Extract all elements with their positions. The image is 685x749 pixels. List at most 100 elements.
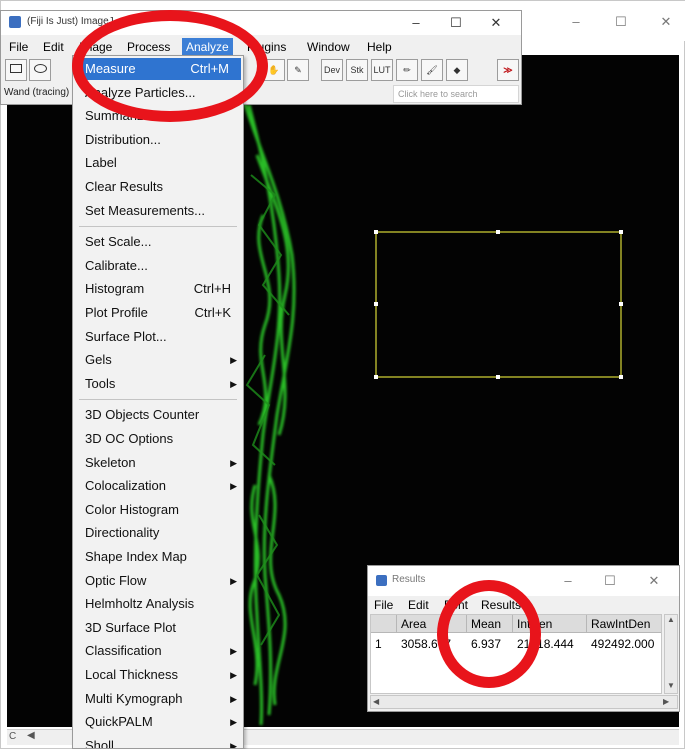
menu-item-colocalization[interactable]: Colocalization ▶ xyxy=(73,475,243,497)
menu-item-gels[interactable]: Gels ▶ xyxy=(73,349,243,371)
results-horizontal-scrollbar[interactable]: ◀ ▶ xyxy=(370,695,678,709)
highlight-circle-measure xyxy=(72,10,268,122)
oval-tool-icon[interactable] xyxy=(29,59,51,81)
menu-item-directionality[interactable]: Directionality xyxy=(73,522,243,544)
submenu-arrow-icon: ▶ xyxy=(230,481,237,492)
column-header-rawintden[interactable]: RawIntDen xyxy=(587,615,661,633)
menu-item-label[interactable]: Label xyxy=(73,152,243,174)
menu-item-label: Helmholtz Analysis xyxy=(85,596,195,612)
dev-tool-button[interactable]: Dev xyxy=(321,59,343,81)
menu-file[interactable]: File xyxy=(5,38,32,56)
menu-item-quickpalm[interactable]: QuickPALM ▶ xyxy=(73,711,243,733)
menu-item-label: Multi Kymograph xyxy=(85,690,183,706)
menu-item-skeleton[interactable]: Skeleton ▶ xyxy=(73,452,243,474)
results-menu-file[interactable]: File xyxy=(374,598,393,612)
imagej-maximize-button[interactable]: ☐ xyxy=(436,8,476,38)
menu-item-distribution[interactable]: Distribution... xyxy=(73,129,243,151)
submenu-arrow-icon: ▶ xyxy=(230,693,237,704)
submenu-arrow-icon: ▶ xyxy=(230,670,237,680)
menu-item-label: Tools xyxy=(85,375,116,391)
menu-item-optic-flow[interactable]: Optic Flow ▶ xyxy=(73,570,243,592)
results-title: Results xyxy=(392,574,426,585)
scroll-right-arrow-icon[interactable]: ▶ xyxy=(663,697,669,706)
rectangle-tool-icon[interactable] xyxy=(5,59,27,81)
menu-item-shortcut: Ctrl+K xyxy=(194,305,231,320)
image-maximize-button[interactable]: ☐ xyxy=(601,7,641,37)
scroll-up-arrow-icon[interactable]: ▲ xyxy=(667,615,675,624)
scroll-left-arrow-icon[interactable]: ◀ xyxy=(27,730,35,741)
menu-item-label: Sholl xyxy=(85,737,114,749)
brush-tool-icon[interactable]: 🖌 xyxy=(421,59,443,81)
menu-item-clear-results[interactable]: Clear Results xyxy=(73,176,243,198)
menu-item-label: QuickPALM xyxy=(85,714,153,730)
flood-fill-tool-icon[interactable]: ◆ xyxy=(446,59,468,81)
highlight-circle-mean xyxy=(437,580,541,688)
menu-item-set-measurements[interactable]: Set Measurements... xyxy=(73,200,243,222)
menu-item-label: Distribution... xyxy=(85,131,161,147)
menu-item-label: Label xyxy=(85,155,117,171)
results-titlebar[interactable]: Results – ☐ ✕ xyxy=(368,566,679,596)
menu-item-color-histogram[interactable]: Color Histogram xyxy=(73,499,243,521)
menu-item-tools[interactable]: Tools ▶ xyxy=(73,373,243,395)
results-vertical-scrollbar[interactable]: ▲ ▼ xyxy=(664,614,678,694)
menu-item-label: 3D Objects Counter xyxy=(85,407,200,423)
image-close-button[interactable]: ✕ xyxy=(646,7,685,37)
menu-item-calibrate[interactable]: Calibrate... xyxy=(73,255,243,277)
submenu-arrow-icon: ▶ xyxy=(230,646,237,657)
menu-separator xyxy=(79,226,237,228)
menu-item-helmholtz-analysis[interactable]: Helmholtz Analysis xyxy=(73,593,243,615)
submenu-arrow-icon: ▶ xyxy=(230,740,237,749)
menu-item-label: Optic Flow xyxy=(85,572,147,588)
results-app-icon xyxy=(376,575,387,586)
search-input[interactable]: Click here to search xyxy=(393,85,519,103)
imagej-minimize-button[interactable]: – xyxy=(396,8,436,38)
menu-item-label: Local Thickness xyxy=(85,667,178,682)
menu-item-label: Classification xyxy=(85,643,162,659)
cell-rawintden: 492492.000 xyxy=(591,637,655,651)
status-bar: Wand (tracing) xyxy=(4,87,70,98)
menu-window[interactable]: Window xyxy=(303,38,354,56)
imagej-close-button[interactable]: ✕ xyxy=(476,8,516,38)
roi-rectangle[interactable] xyxy=(374,230,623,379)
menu-item-multi-kymograph[interactable]: Multi Kymograph ▶ xyxy=(73,688,243,710)
results-close-button[interactable]: ✕ xyxy=(634,566,674,596)
menu-item-set-scale[interactable]: Set Scale... xyxy=(73,231,243,253)
menu-item-sholl[interactable]: Sholl ▶ xyxy=(73,735,243,749)
results-maximize-button[interactable]: ☐ xyxy=(590,566,630,596)
more-tools-button[interactable]: ≫ xyxy=(497,59,519,81)
menu-separator xyxy=(79,399,237,401)
menu-item-classification[interactable]: Classification ▶ xyxy=(73,640,243,662)
results-menu-edit[interactable]: Edit xyxy=(408,598,429,612)
imagej-titlebar[interactable]: (Fiji Is Just) ImageJ – ☐ ✕ xyxy=(1,11,521,35)
imagej-app-icon xyxy=(9,16,21,28)
color-picker-icon[interactable]: ✎ xyxy=(287,59,309,81)
column-header-index[interactable] xyxy=(371,615,397,633)
menu-item-label: Surface Plot... xyxy=(85,328,167,344)
menu-item-surface-plot[interactable]: Surface Plot... xyxy=(73,326,243,348)
menu-item-label: Clear Results xyxy=(85,179,164,194)
menu-item-shape-index-map[interactable]: Shape Index Map xyxy=(73,546,243,568)
scroll-left-arrow-icon[interactable]: ◀ xyxy=(373,697,379,706)
menu-item-label: 3D OC Options xyxy=(85,431,174,446)
menu-item-shortcut: Ctrl+H xyxy=(193,281,231,297)
results-minimize-button[interactable]: – xyxy=(548,566,588,596)
menu-edit[interactable]: Edit xyxy=(39,38,68,56)
menu-item-plot-profile[interactable]: Plot Profile Ctrl+K xyxy=(73,302,243,324)
menu-item-3d-objects-counter[interactable]: 3D Objects Counter xyxy=(73,404,243,426)
submenu-arrow-icon: ▶ xyxy=(230,717,237,728)
image-minimize-button[interactable]: – xyxy=(556,7,596,37)
scroll-down-arrow-icon[interactable]: ▼ xyxy=(667,681,675,690)
menu-help[interactable]: Help xyxy=(363,38,396,56)
menu-item-local-thickness[interactable]: Local Thickness ▶ xyxy=(73,664,243,686)
menu-item-3d-surface-plot[interactable]: 3D Surface Plot xyxy=(73,617,243,639)
menu-item-histogram[interactable]: Histogram Ctrl+H xyxy=(73,278,243,300)
menu-item-label: Set Scale... xyxy=(85,234,152,250)
stack-tool-button[interactable]: Stk xyxy=(346,59,368,81)
menu-item-label: Colocalization xyxy=(85,478,166,494)
pencil-tool-icon[interactable]: ✏ xyxy=(396,59,418,81)
submenu-arrow-icon: ▶ xyxy=(230,355,237,366)
menu-item-3d-oc-options[interactable]: 3D OC Options xyxy=(73,428,243,450)
submenu-arrow-icon: ▶ xyxy=(230,378,237,389)
menu-item-label: Directionality xyxy=(85,525,160,541)
lut-tool-button[interactable]: LUT xyxy=(371,59,393,81)
